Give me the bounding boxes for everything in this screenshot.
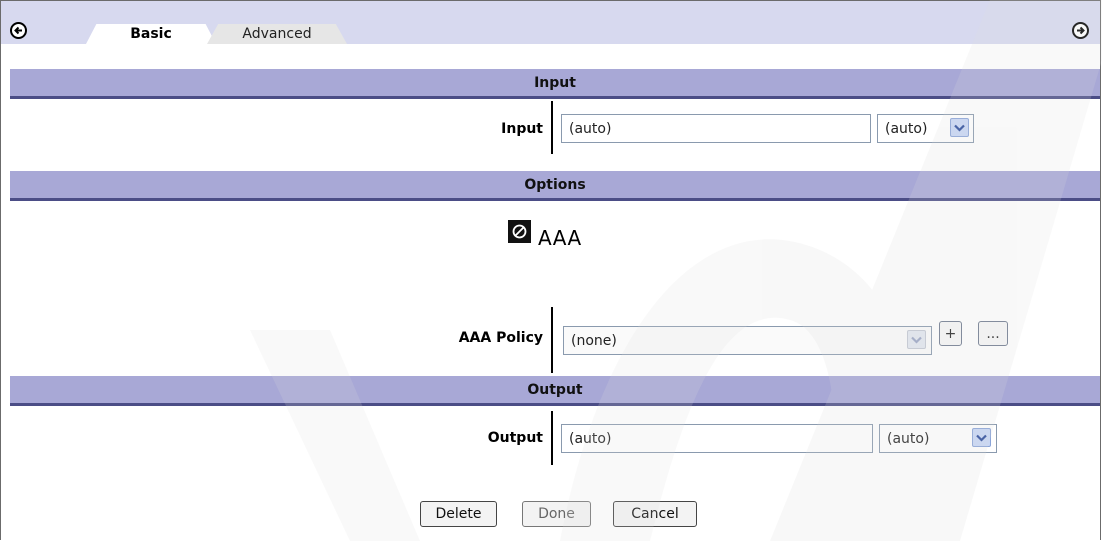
- output-select-value: (auto): [887, 431, 930, 447]
- chevron-down-icon[interactable]: [950, 118, 969, 137]
- input-divider: [551, 101, 553, 154]
- output-select[interactable]: (auto): [879, 424, 997, 453]
- edit-policy-button[interactable]: ...: [978, 321, 1008, 346]
- options-section-header: Options: [10, 171, 1100, 201]
- output-label: Output: [487, 430, 543, 446]
- add-policy-button[interactable]: +: [939, 321, 962, 346]
- tab-basic[interactable]: Basic: [86, 24, 216, 44]
- input-field[interactable]: (auto): [561, 114, 871, 143]
- input-section-header: Input: [10, 69, 1100, 99]
- output-section-header: Output: [10, 376, 1100, 406]
- input-select-value: (auto): [885, 121, 928, 137]
- input-label: Input: [501, 121, 543, 137]
- delete-button[interactable]: Delete: [420, 501, 497, 527]
- output-divider: [551, 411, 553, 465]
- input-select[interactable]: (auto): [877, 114, 974, 143]
- chevron-down-icon[interactable]: [907, 330, 926, 349]
- circle-arrow-right-icon[interactable]: [1072, 22, 1089, 39]
- tab-advanced[interactable]: Advanced: [207, 24, 347, 44]
- done-button[interactable]: Done: [522, 501, 591, 527]
- chevron-down-icon[interactable]: [972, 428, 991, 447]
- output-field[interactable]: (auto): [561, 424, 873, 453]
- cancel-button[interactable]: Cancel: [613, 501, 697, 527]
- aaa-policy-label: AAA Policy: [458, 330, 543, 346]
- aaa-action-label[interactable]: AAA: [538, 226, 582, 250]
- circle-arrow-left-icon[interactable]: [10, 22, 27, 39]
- aaa-policy-divider: [551, 307, 553, 373]
- aaa-policy-value: (none): [571, 333, 617, 349]
- disabled-circle-icon[interactable]: [508, 220, 531, 243]
- aaa-policy-select[interactable]: (none): [563, 326, 932, 355]
